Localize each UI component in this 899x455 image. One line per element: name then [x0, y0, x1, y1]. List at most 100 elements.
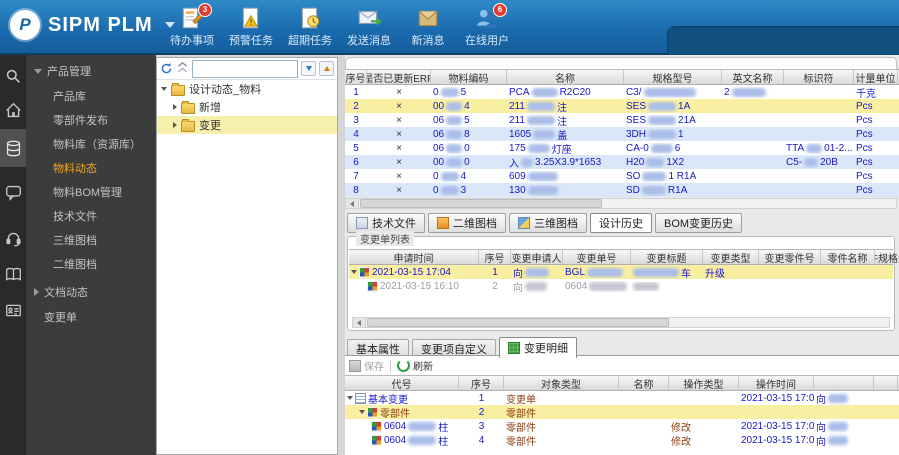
column-header[interactable]: 操作类型	[669, 376, 739, 390]
column-header[interactable]	[814, 376, 874, 390]
column-header[interactable]: 零件规格型号	[875, 250, 899, 265]
column-header[interactable]: 物料编码	[431, 70, 507, 84]
table-row[interactable]: 5 × 06 0 175 灯座 CA-0 6 TTA 01-2... Pcs	[345, 141, 899, 156]
table-row[interactable]: 3 × 06 5 211 注 SES 21A Pcs	[345, 113, 899, 128]
expand-arrow[interactable]	[173, 104, 177, 110]
header-user-area[interactable]	[667, 26, 899, 58]
column-header[interactable]: 代号	[345, 376, 459, 390]
tab-3d-drawings[interactable]: 三维图档	[509, 213, 587, 233]
column-header[interactable]: 变更标题	[631, 250, 703, 264]
expand-arrow[interactable]	[351, 270, 357, 274]
scrollbar-thumb[interactable]	[360, 199, 602, 208]
sidebar-item[interactable]: 产品库	[26, 84, 156, 108]
book-icon[interactable]	[0, 259, 26, 289]
sidebar-group-document-dynamics[interactable]: 文档动态	[26, 276, 156, 305]
collapse-all-icon[interactable]	[176, 62, 189, 75]
scroll-left-button[interactable]	[353, 318, 366, 327]
tree-node-change[interactable]: 变更	[157, 116, 337, 134]
tab-change-details[interactable]: 变更明细	[499, 337, 577, 358]
filter-up-button[interactable]	[319, 61, 334, 76]
column-header[interactable]: 序号	[345, 70, 367, 84]
table-row[interactable]: 0604 柱 3 零部件 修改 2021-03-15 17:04 向	[345, 419, 899, 434]
column-header[interactable]: 计量单位	[854, 70, 898, 84]
home-icon[interactable]	[0, 95, 26, 125]
support-headset-icon[interactable]	[0, 223, 26, 253]
column-header[interactable]: 变更零件号	[759, 250, 821, 264]
column-header[interactable]: 操作时间	[739, 376, 814, 390]
tab-bom-change-history[interactable]: BOM变更历史	[655, 213, 743, 233]
table-row[interactable]: 零部件 2 零部件	[345, 405, 899, 420]
scrollbar-thumb[interactable]	[367, 318, 669, 327]
horizontal-scrollbar[interactable]	[352, 317, 890, 328]
sidebar-item[interactable]: 零部件发布	[26, 108, 156, 132]
column-header[interactable]: 变更申请人	[511, 250, 563, 264]
column-header[interactable]: 变更类型	[703, 250, 759, 264]
expand-arrow[interactable]	[161, 87, 167, 91]
scroll-left-button[interactable]	[346, 199, 359, 208]
column-header[interactable]: 名称	[619, 376, 669, 390]
column-header[interactable]: 申请时间	[349, 250, 479, 264]
sidebar-group-product-management[interactable]: 产品管理	[26, 55, 156, 84]
table-row[interactable]: 2021-03-15 16:10 2 向 0604	[349, 279, 893, 294]
send-message-button[interactable]: 发送消息	[340, 5, 398, 48]
database-icon[interactable]	[0, 129, 26, 167]
table-row[interactable]: 2021-03-15 17:04 1 向 BGL 车 升级	[349, 265, 893, 280]
table-row[interactable]: 0604 柱 4 零部件 修改 2021-03-15 17:04 向	[345, 433, 899, 448]
column-header[interactable]: 变更单号	[563, 250, 631, 264]
expand-arrow[interactable]	[347, 396, 353, 400]
id-card-icon[interactable]	[0, 295, 26, 325]
sidebar-item[interactable]: 二维图档	[26, 252, 156, 276]
table-cell: SES 21A	[624, 115, 722, 126]
column-header[interactable]: 序号	[479, 250, 511, 264]
table-row[interactable]: 2 × 00 4 211 注 SES 1A Pcs	[345, 99, 899, 114]
tab-tech-documents[interactable]: 技术文件	[347, 213, 425, 233]
save-button[interactable]: 保存	[349, 358, 384, 373]
todo-button[interactable]: 3 待办事项	[163, 3, 221, 48]
refresh-button[interactable]: 刷新	[397, 358, 433, 373]
table-cell: H20 1X2	[624, 157, 722, 168]
chat-icon[interactable]	[0, 177, 26, 207]
tree-node-new[interactable]: 新增	[157, 98, 337, 116]
table-cell: ×	[367, 87, 431, 98]
column-header[interactable]	[874, 376, 898, 390]
tree-search-input[interactable]	[192, 59, 298, 78]
tree-node-root[interactable]: 设计动态_物料	[157, 80, 337, 98]
table-cell: 零部件	[504, 419, 619, 434]
sidebar-item[interactable]: 物料BOM管理	[26, 180, 156, 204]
expand-arrow[interactable]	[359, 410, 365, 414]
sidebar-item-change-order[interactable]: 变更单	[26, 305, 156, 329]
sidebar-item[interactable]: 物料动态	[26, 156, 156, 180]
table-row[interactable]: 1 × 0 5 PCA R2C20 C3/2 千克	[345, 85, 899, 100]
search-icon[interactable]	[0, 61, 26, 91]
expand-arrow[interactable]	[173, 122, 177, 128]
sidebar-item[interactable]: 物料库（资源库）	[26, 132, 156, 156]
table-row[interactable]: 6 × 00 0 入 3.25X3.9*1653 H20 1X2 C5- 20B Pcs	[345, 155, 899, 170]
column-header[interactable]: 是否已更新ERP	[367, 70, 431, 84]
column-header[interactable]: 对象类型	[504, 376, 619, 390]
tab-2d-drawings[interactable]: 二维图档	[428, 213, 506, 233]
filter-down-button[interactable]	[301, 61, 316, 76]
table-row[interactable]: 8 × 0 3 130 SD R1A Pcs	[345, 183, 899, 197]
column-header[interactable]: 英文名称	[722, 70, 784, 84]
alert-task-button[interactable]: 预警任务	[222, 5, 280, 48]
sidebar-item[interactable]: 三维图档	[26, 228, 156, 252]
column-header[interactable]: 名称	[507, 70, 624, 84]
new-message-button[interactable]: 新消息	[399, 5, 457, 48]
online-users-button[interactable]: 6 在线用户	[458, 3, 516, 48]
column-header[interactable]: 标识符	[784, 70, 854, 84]
horizontal-scrollbar[interactable]	[345, 198, 897, 209]
table-row[interactable]: 基本变更 1 变更单 2021-03-15 17:04 向	[345, 391, 899, 406]
refresh-icon[interactable]	[160, 62, 173, 75]
table-row[interactable]: 7 × 0 4 609 SO 1 R1A Pcs	[345, 169, 899, 183]
table-cell: 向	[814, 433, 874, 448]
overdue-task-button[interactable]: 超期任务	[281, 5, 339, 48]
table-cell: 0604 柱	[345, 433, 459, 448]
app-logo[interactable]: P SIPM PLM	[10, 10, 175, 40]
column-header[interactable]: 序号	[459, 376, 504, 390]
column-header[interactable]: 零件名称	[821, 250, 875, 264]
tab-design-history[interactable]: 设计历史	[590, 213, 652, 233]
cell-text: 柱	[438, 436, 449, 448]
sidebar-item[interactable]: 技术文件	[26, 204, 156, 228]
table-row[interactable]: 4 × 06 8 1605 盖 3DH 1 Pcs	[345, 127, 899, 142]
column-header[interactable]: 规格型号	[624, 70, 722, 84]
